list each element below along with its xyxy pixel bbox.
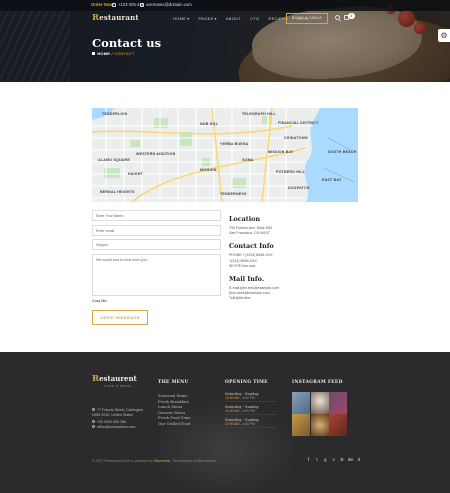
order-now-label: Order Now! xyxy=(91,2,114,7)
vimeo-icon[interactable]: v xyxy=(331,457,336,462)
map-label: YERBA BUENA xyxy=(220,142,249,146)
site-logo[interactable]: Restaurant xyxy=(92,13,139,23)
nav-item-cto[interactable]: CTO xyxy=(250,16,259,21)
contact-block: Contact Info PHONE:+(1234) 8546-XXX +(23… xyxy=(229,242,359,269)
map-label: MISSION xyxy=(200,168,217,172)
location-heading: Location xyxy=(229,215,261,223)
instagram-photo[interactable] xyxy=(292,414,310,436)
nav-item-about[interactable]: ABOUT xyxy=(226,16,241,21)
phone-icon xyxy=(112,2,116,7)
main-content: TENDERLOIN TELEGRAPH HILL NOB HILL FINAN… xyxy=(0,82,450,352)
map-label: CHINATOWN xyxy=(284,136,308,140)
nav-item-home[interactable]: HOME▾ xyxy=(173,16,190,21)
subject-field[interactable]: Subject xyxy=(92,239,221,250)
instagram-icon[interactable]: g xyxy=(323,457,328,462)
book-table-button[interactable]: BOOK A TABLE xyxy=(286,12,328,24)
site-footer: Restaurent FOOD & DRINK 77 Francis Stree… xyxy=(0,352,450,493)
map-label: HAIGHT xyxy=(128,172,143,176)
mail-heading: Mail Info. xyxy=(229,275,265,284)
captcha-label: Cozy Mix xyxy=(92,299,107,303)
map-label: SOUTH BEACH xyxy=(328,150,357,154)
copyright: © 2017 Restaurant Zone is powered by Min… xyxy=(92,459,216,463)
hours-row: Saturday - Sunday 10:00 AM - 3:00 PM xyxy=(225,405,277,415)
location-block: Location 795 Folsom Ave, Suite 600 San F… xyxy=(229,215,359,236)
hours-row: Saturday - Sunday 10:00 AM - 3:00 PM xyxy=(225,418,277,428)
map-label: SOMA xyxy=(242,158,254,162)
hours-row: Saturday - Sunday 10:00 AM - 3:00 PM xyxy=(225,392,277,402)
mail-icon xyxy=(140,2,144,7)
hours-heading: OPENING TIME xyxy=(225,380,268,385)
map-label: ALAMO SQUARE xyxy=(98,158,130,162)
email-field[interactable]: Enter email xyxy=(92,224,221,236)
opening-hours: Saturday - Sunday 10:00 AM - 3:00 PM Sat… xyxy=(225,392,277,431)
location-pin-icon xyxy=(92,408,95,412)
map-label: POTRERO HILL xyxy=(276,170,306,174)
map-label: TENDERLOIN xyxy=(102,112,128,116)
page: Order Now! +123-205-445 username@domain.… xyxy=(0,0,450,493)
send-message-button[interactable]: SEND MESSAGE xyxy=(92,310,148,325)
behance-icon[interactable]: B xyxy=(340,457,345,462)
breadcrumb-current: CONTACT xyxy=(114,51,135,56)
instagram-photo[interactable] xyxy=(329,414,347,436)
caret-down-icon: ▾ xyxy=(187,16,190,21)
location-map[interactable]: TENDERLOIN TELEGRAPH HILL NOB HILL FINAN… xyxy=(92,108,358,202)
mail-block: Mail Info. E-mail:john.trek@example.com … xyxy=(229,275,359,302)
breadcrumb: HOME / CONTACT xyxy=(92,51,135,56)
map-label: DOGPATCH xyxy=(288,186,310,190)
contact-form: Enter Your Name Enter email Subject We w… xyxy=(92,210,221,325)
twitter-icon[interactable]: t xyxy=(314,457,319,462)
top-bar: Order Now! +123-205-445 username@domain.… xyxy=(0,0,450,11)
caret-down-icon: ▾ xyxy=(214,16,217,21)
map-label: MISSION BAY xyxy=(268,150,294,154)
menu-heading: THE MENU xyxy=(158,380,189,385)
map-label: TELEGRAPH HILL xyxy=(242,112,276,116)
map-label: TENDERNESS xyxy=(220,192,247,196)
instagram-heading: INSTAGRAM FEED xyxy=(292,380,343,385)
dribbble-icon[interactable]: Be xyxy=(348,457,353,462)
instagram-feed xyxy=(292,392,347,436)
contact-heading: Contact Info xyxy=(229,242,274,251)
map-label: WESTERN ADDITION xyxy=(136,152,176,156)
footer-menu-list: Seasonal Items Fresh Breakfast Lunch Men… xyxy=(158,393,191,427)
search-icon[interactable] xyxy=(335,15,340,20)
settings-gear-icon[interactable]: ⚙ xyxy=(438,29,450,42)
message-field[interactable]: We would love to hear from you... xyxy=(92,253,221,296)
cart-count-badge: 0 xyxy=(348,12,355,19)
instagram-photo[interactable] xyxy=(292,392,310,414)
breadcrumb-home[interactable]: HOME xyxy=(97,51,110,56)
map-label: FINANCIAL DISTRICT xyxy=(278,121,319,125)
map-label: NOB HILL xyxy=(200,122,219,126)
facebook-icon[interactable]: f xyxy=(306,457,311,462)
topbar-email[interactable]: username@domain.com xyxy=(140,2,192,7)
hero-banner: Order Now! +123-205-445 username@domain.… xyxy=(0,0,450,82)
name-field[interactable]: Enter Your Name xyxy=(92,210,221,221)
contact-info: Location 795 Folsom Ave, Suite 600 San F… xyxy=(229,215,359,308)
instagram-photo[interactable] xyxy=(310,414,329,436)
map-label: EAST BAY xyxy=(322,178,342,182)
home-icon xyxy=(92,52,95,55)
footer-contact: +00 0000 654 356 office@scboarbitoo.com xyxy=(92,420,136,430)
social-links: f t g v B Be d xyxy=(306,457,361,462)
nav-item-pages[interactable]: PAGES▾ xyxy=(199,16,217,21)
map-label: BERNAL HEIGHTS xyxy=(100,190,135,194)
footer-address: 77 Francis Street, Darlington NSW 2010, … xyxy=(92,408,143,417)
github-icon[interactable]: d xyxy=(356,457,361,462)
menu-link[interactable]: Seasonal Items xyxy=(158,393,191,399)
page-title: Contact us xyxy=(92,36,162,50)
phone-icon xyxy=(92,420,95,424)
menu-link[interactable]: Our Grilled Food xyxy=(158,421,191,427)
footer-logo[interactable]: Restaurent FOOD & DRINK xyxy=(92,374,140,394)
instagram-photo[interactable] xyxy=(310,392,329,414)
instagram-photo[interactable] xyxy=(329,392,347,414)
mail-icon xyxy=(92,425,95,429)
